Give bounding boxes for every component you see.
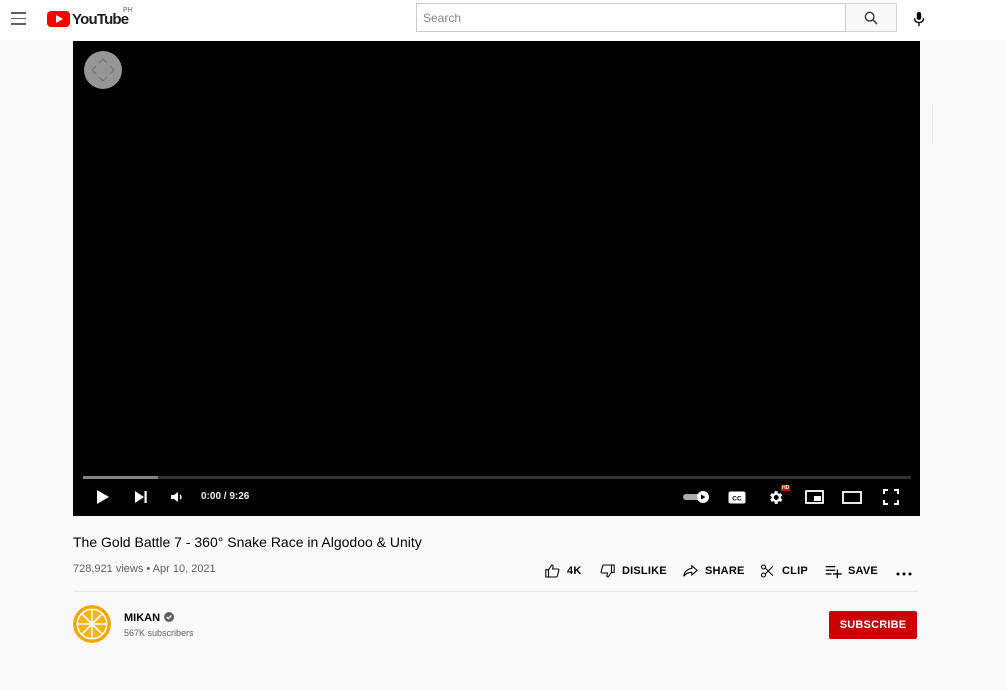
share-button[interactable]: SHARE (682, 560, 745, 582)
fullscreen-button[interactable] (879, 485, 903, 509)
mute-button[interactable] (166, 485, 188, 509)
share-icon (683, 564, 698, 577)
channel-avatar[interactable] (73, 605, 111, 643)
more-icon (896, 572, 912, 576)
next-icon (135, 491, 147, 503)
hd-badge: HD (781, 485, 791, 491)
save-icon (825, 565, 842, 579)
save-button[interactable]: SAVE (824, 560, 878, 582)
svg-text:CC: CC (732, 495, 742, 502)
masthead: YouTube PH (0, 0, 1006, 40)
youtube-logo-icon (47, 11, 70, 27)
dislike-icon (600, 564, 615, 578)
360-nav-control[interactable] (84, 51, 122, 89)
country-code: PH (123, 7, 133, 14)
video-title: The Gold Battle 7 - 360° Snake Race in A… (73, 534, 422, 550)
more-actions-button[interactable] (895, 560, 913, 582)
clip-icon (760, 564, 774, 578)
dislike-label: DISLIKE (622, 565, 667, 577)
next-button[interactable] (129, 485, 153, 509)
verified-icon (164, 612, 174, 622)
menu-icon[interactable] (11, 12, 26, 25)
video-player[interactable]: 0:00 / 9:26 CC HD (73, 41, 920, 516)
captions-icon: CC (728, 491, 746, 503)
mic-icon (913, 11, 925, 27)
orange-slice-avatar (73, 605, 111, 643)
clip-button[interactable]: CLIP (759, 560, 808, 582)
autoplay-toggle[interactable] (680, 485, 712, 509)
360-nav-icon (91, 58, 115, 82)
youtube-logo[interactable]: YouTube (47, 10, 129, 28)
like-count: 4K (567, 565, 582, 577)
subscriber-count: 567K subscribers (124, 628, 194, 638)
clip-label: CLIP (782, 565, 808, 577)
progress-loaded (83, 476, 158, 479)
like-button[interactable]: 4K (544, 560, 581, 582)
search-box (416, 3, 846, 32)
settings-icon (769, 490, 782, 504)
logo-text: YouTube (72, 10, 129, 28)
miniplayer-button[interactable] (802, 485, 826, 509)
channel-name[interactable]: MIKAN (124, 612, 160, 624)
save-label: SAVE (848, 565, 878, 577)
voice-search-button[interactable] (908, 8, 930, 30)
dislike-button[interactable]: DISLIKE (599, 560, 667, 582)
subscribe-button[interactable]: SUBSCRIBE (829, 611, 917, 639)
play-icon (97, 490, 109, 504)
autoplay-toggle-icon (683, 491, 709, 503)
theater-icon (842, 490, 862, 504)
miniplayer-icon (804, 490, 824, 504)
progress-bar[interactable] (83, 476, 911, 479)
divider (73, 591, 919, 592)
scrollbar-hint (932, 104, 933, 144)
search-input[interactable] (417, 4, 845, 31)
volume-icon (171, 492, 182, 502)
captions-button[interactable]: CC (725, 485, 749, 509)
theater-mode-button[interactable] (840, 485, 864, 509)
search-button[interactable] (846, 3, 897, 32)
play-button[interactable] (91, 485, 115, 509)
share-label: SHARE (705, 565, 745, 577)
like-icon (545, 564, 560, 578)
time-display: 0:00 / 9:26 (201, 491, 250, 502)
fullscreen-icon (883, 489, 899, 505)
search-icon (864, 11, 878, 24)
video-meta: 728,921 views • Apr 10, 2021 (73, 563, 216, 575)
